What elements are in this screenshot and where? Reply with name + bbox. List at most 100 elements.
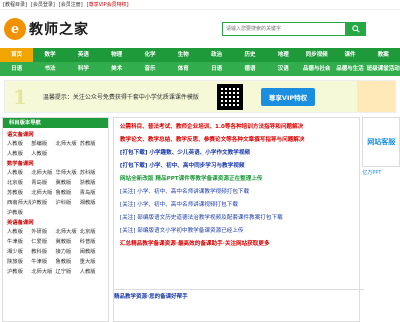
announcement-link[interactable]: 教学论文、教学总结、教学反思、参赛论文等各种文章撰写指导与问题解决 (120, 135, 354, 143)
sidebar-category[interactable]: 英语备课网 (3, 216, 108, 227)
announcement-link[interactable]: 网站全新改版 精品PPT课件等教学备课资源正在整理上传 (120, 174, 354, 182)
nav-item[interactable]: 同步视频 (300, 48, 333, 62)
announcement-link[interactable]: [关注] 部编版语文小学初中教学备课资源已经上传 (120, 226, 354, 234)
announcement-link[interactable]: [关注] 小学、初中、高中名师讲课视频打包下载 (120, 200, 354, 208)
nav-item[interactable]: 班级课堂活动 (367, 62, 400, 76)
sidebar-version-link[interactable] (55, 208, 79, 216)
sidebar-version-link[interactable]: 湘少版 (7, 247, 31, 255)
sidebar-version-link[interactable]: 北师大版 (55, 139, 79, 147)
nav-item[interactable]: 英语 (67, 48, 100, 62)
sidebar-version-link[interactable]: 沪科版 (55, 198, 79, 206)
nav-item[interactable]: 品德与社会 (300, 62, 333, 76)
sidebar-version-link[interactable]: 北师大版 (31, 267, 55, 275)
sidebar-version-link[interactable]: 人教版 (7, 149, 31, 157)
nav-item[interactable]: 首页 (0, 48, 34, 62)
banner-number: 1 (13, 84, 27, 109)
banner-side-ad[interactable] (357, 81, 395, 112)
sidebar-version-link[interactable]: 浙教版 (80, 178, 104, 186)
secondary-nav: 日语 书法 科学 美术 音乐 体育 日语 德语 汉语 品德与社会 品德与生活 班… (0, 62, 400, 76)
nav-item[interactable]: 政治 (200, 48, 233, 62)
sidebar-version-link[interactable]: 北京版 (7, 178, 31, 186)
topbar-link-vip[interactable]: [尊享VIP会员特权] (87, 1, 129, 8)
announcement-link[interactable]: [关注] 部编版语文历史道德法治教学视频及配套课件教案打包下载 (120, 213, 354, 221)
sidebar-version-link[interactable]: 沪教版 (7, 267, 31, 275)
sidebar-version-link[interactable]: 沪教版 (7, 208, 31, 216)
sidebar-version-link[interactable]: 苏教版 (80, 139, 104, 147)
customer-service-box[interactable]: 网站客服 (362, 117, 400, 167)
sidebar-version-link[interactable]: 冀教版 (55, 178, 79, 186)
sidebar-version-link[interactable]: 牛津版 (31, 257, 55, 265)
nav-item[interactable]: 日语 (200, 62, 233, 76)
nav-item[interactable]: 课件 (333, 48, 366, 62)
nav-item[interactable]: 美术 (100, 62, 133, 76)
sidebar-version-link[interactable]: 陕旅版 (7, 257, 31, 265)
sidebar-version-link[interactable]: 外研版 (31, 227, 55, 235)
sidebar-version-link[interactable]: 鲁教版 (55, 188, 79, 196)
nav-item[interactable]: 音乐 (133, 62, 166, 76)
nav-item[interactable]: 书法 (33, 62, 66, 76)
nav-item[interactable]: 汉语 (267, 62, 300, 76)
sidebar-version-link[interactable]: 北师大版 (55, 227, 79, 235)
nav-item[interactable]: 体育 (167, 62, 200, 76)
nav-item[interactable]: 物理 (100, 48, 133, 62)
sidebar-version-link[interactable]: 西南师大版 (7, 198, 31, 206)
sidebar-version-link[interactable]: 人教版 (7, 139, 31, 147)
sidebar-version-link[interactable]: 部编版 (31, 139, 55, 147)
nav-item[interactable]: 生物 (167, 48, 200, 62)
announcement-link[interactable]: [打包下载] 小学趣数、少儿英语、小学作文教学视频 (120, 148, 354, 156)
sidebar-version-link[interactable]: 重大版 (80, 257, 104, 265)
sidebar-version-link[interactable]: 华师大版 (55, 168, 79, 176)
nav-item[interactable]: 化学 (133, 48, 166, 62)
sidebar-version-link[interactable]: 牛津版 (7, 237, 31, 245)
sidebar-version-link[interactable]: 人教版 (80, 267, 104, 275)
sidebar-version-link[interactable]: 科普版 (80, 237, 104, 245)
vip-button[interactable]: 尊享VIP特权 (260, 87, 316, 106)
sidebar-version-link[interactable]: 北京版 (80, 227, 104, 235)
topbar-link-login[interactable]: [会员登录] (31, 1, 55, 8)
sidebar-version-link[interactable] (80, 149, 104, 157)
nav-item[interactable]: 日语 (0, 62, 33, 76)
sidebar-version-link[interactable] (31, 208, 55, 216)
announcement-link[interactable]: 公需科目、普法考试、教师企业培训、1.0等各种培训方法指导和问题解决 (120, 122, 354, 130)
sidebar-version-link[interactable]: 闽教版 (80, 247, 104, 255)
topbar-link-catalog[interactable]: [教程目录] (3, 1, 27, 8)
sidebar-version-link[interactable]: 北师大版 (31, 168, 55, 176)
sidebar-version-link[interactable]: 仁爱版 (31, 237, 55, 245)
sidebar-version-link[interactable]: 辽宁版 (55, 267, 79, 275)
search-button[interactable] (346, 22, 366, 36)
nav-item[interactable]: 地理 (267, 48, 300, 62)
sidebar-version-link[interactable]: 湘教版 (80, 198, 104, 206)
sidebar-version-link[interactable]: 北师大版 (31, 188, 55, 196)
nav-item[interactable]: 历史 (233, 48, 266, 62)
sidebar-version-link[interactable]: 教科版 (31, 247, 55, 255)
sidebar-version-link[interactable]: 鲁教版 (55, 257, 79, 265)
nav-item[interactable]: 科学 (67, 62, 100, 76)
sidebar-version-grid: 人教版 部编版 北师大版 苏教版 人教版 人教版 (3, 139, 108, 157)
right-ad-label[interactable]: 亿万PPT (362, 169, 400, 177)
sidebar-version-link[interactable]: 人教版 (31, 149, 55, 157)
nav-item[interactable]: 教案 (367, 48, 400, 62)
sidebar-version-link[interactable]: 人教版 (7, 227, 31, 235)
announcement-link[interactable]: [打包下载] 小学、初中、高中同步学习与教学视频 (120, 161, 354, 169)
sidebar-version-link[interactable]: 青岛版 (31, 178, 55, 186)
promo-banner[interactable]: 1 温馨提示：关注公众号免费获得千套中小学优质课课件模版 尊享VIP特权 (4, 80, 396, 113)
sidebar-version-link[interactable]: 青岛版 (80, 188, 104, 196)
sidebar-version-link[interactable]: 苏教版 (7, 188, 31, 196)
sidebar-category[interactable]: 语文备课网 (3, 128, 108, 139)
announcement-link[interactable]: 汇总精品教学备课资源·最高效的备课助手·关注网站获取更多 (120, 239, 354, 247)
nav-item[interactable]: 德语 (233, 62, 266, 76)
announcement-link[interactable]: [关注] 小学、初中、高中名师讲课教学视频打包下载 (120, 187, 354, 195)
sidebar-version-link[interactable] (80, 208, 104, 216)
sidebar-version-link[interactable]: 沪教版 (31, 198, 55, 206)
topbar-link-register[interactable]: [会员注册] (59, 1, 83, 8)
sidebar-version-link[interactable]: 苏科版 (80, 168, 104, 176)
sidebar-version-link[interactable]: 接力版 (55, 247, 79, 255)
search-input[interactable] (222, 22, 346, 36)
sidebar-version-link[interactable]: 冀教版 (55, 237, 79, 245)
nav-item[interactable]: 品德与生活 (333, 62, 366, 76)
sidebar-category[interactable]: 数学备课网 (3, 157, 108, 168)
site-logo[interactable]: e 教师之家 (4, 18, 154, 40)
nav-item[interactable]: 数学 (33, 48, 66, 62)
sidebar-version-link[interactable]: 人教版 (7, 168, 31, 176)
sidebar-version-link[interactable] (55, 149, 79, 157)
